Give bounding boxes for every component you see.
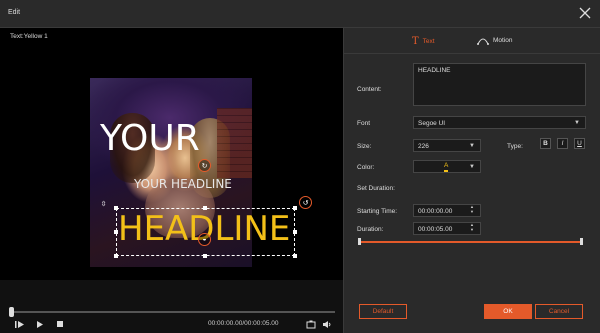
text-selection-box[interactable] (116, 208, 295, 256)
size-select[interactable]: 226 ▼ (413, 139, 481, 152)
size-value: 226 (418, 143, 429, 150)
stepper-icon[interactable]: ▲ ▼ (470, 222, 476, 232)
preview-label: Text:Yellow 1 (10, 33, 48, 40)
move-handle-icon[interactable]: ⇳ (97, 197, 110, 210)
photo-detail (217, 108, 252, 178)
color-swatch-icon: A (444, 162, 449, 172)
seek-knob[interactable] (9, 307, 14, 317)
tab-bar: T Text Motion (344, 28, 600, 54)
content-textarea[interactable]: HEADLINE (413, 63, 586, 106)
playback-bar: 00:00:00.00/00:00:05.00 (0, 280, 343, 333)
starting-time-input[interactable]: 00:00:00.00 ▲ ▼ (413, 204, 481, 217)
volume-icon[interactable] (322, 320, 332, 329)
color-label: Color: (357, 164, 375, 171)
duration-label: Duration: (357, 226, 384, 233)
size-label: Size: (357, 143, 372, 150)
timecode: 00:00:00.00/00:00:05.00 (208, 320, 279, 327)
starting-time-label: Starting Time: (357, 208, 398, 215)
chevron-down-icon: ▼ (574, 120, 580, 126)
resize-handle[interactable] (114, 206, 118, 210)
rotate-handle-top-icon[interactable]: ↻ (198, 159, 211, 172)
resize-handle[interactable] (293, 254, 297, 258)
play-icon[interactable] (36, 320, 44, 329)
tab-motion[interactable]: Motion (477, 36, 513, 45)
resize-handle[interactable] (203, 206, 207, 210)
title-bar: Edit (0, 0, 600, 28)
photo-text-small: YOUR HEADLINE (134, 177, 232, 191)
resize-handle[interactable] (293, 206, 297, 210)
resize-handle[interactable] (114, 230, 118, 234)
italic-button[interactable]: I (557, 138, 568, 149)
ok-button[interactable]: OK (484, 304, 532, 319)
duration-value: 00:00:05.00 (418, 226, 453, 233)
resize-handle[interactable] (293, 230, 297, 234)
font-value: Segoe UI (418, 120, 446, 127)
flip-handle-bottom-icon[interactable]: ◒ (198, 233, 211, 246)
color-picker[interactable]: A ▼ (413, 160, 481, 173)
resize-handle[interactable] (203, 254, 207, 258)
text-t-icon: T (412, 36, 419, 47)
play-start-icon[interactable] (15, 320, 25, 329)
tab-text[interactable]: T Text (412, 36, 435, 47)
type-label: Type: (507, 143, 523, 150)
close-icon[interactable] (578, 6, 592, 20)
set-duration-label: Set Duration: (357, 185, 395, 192)
tab-motion-label: Motion (493, 37, 513, 44)
content-label: Content: (357, 86, 382, 93)
photo-text-big: YOUR (100, 118, 200, 159)
chevron-down-icon: ▼ (469, 164, 475, 170)
preview-panel: Text:Yellow 1 YOUR YOUR HEADLINE ↻ HEADL… (0, 28, 343, 333)
seek-track[interactable] (10, 311, 335, 313)
chevron-down-icon: ▼ (469, 143, 475, 149)
duration-input[interactable]: 00:00:05.00 ▲ ▼ (413, 222, 481, 235)
stepper-icon[interactable]: ▲ ▼ (470, 204, 476, 214)
stop-icon[interactable] (56, 320, 64, 329)
starting-time-value: 00:00:00.00 (418, 208, 453, 215)
font-label: Font (357, 120, 371, 127)
rotate-handle-right-icon[interactable]: ↺ (299, 196, 312, 209)
underline-button[interactable]: U (574, 138, 585, 149)
bold-button[interactable]: B (540, 138, 551, 149)
motion-icon (477, 38, 489, 45)
screenshot-icon[interactable] (306, 320, 316, 329)
font-select[interactable]: Segoe UI ▼ (413, 116, 586, 129)
duration-slider-end-knob[interactable] (580, 238, 583, 245)
window-title: Edit (8, 9, 21, 16)
default-button[interactable]: Default (359, 304, 407, 319)
cancel-button[interactable]: Cancel (535, 304, 583, 319)
duration-slider[interactable] (359, 241, 583, 243)
resize-handle[interactable] (114, 254, 118, 258)
duration-slider-start-knob[interactable] (358, 238, 361, 245)
tab-text-label: Text (422, 38, 435, 45)
